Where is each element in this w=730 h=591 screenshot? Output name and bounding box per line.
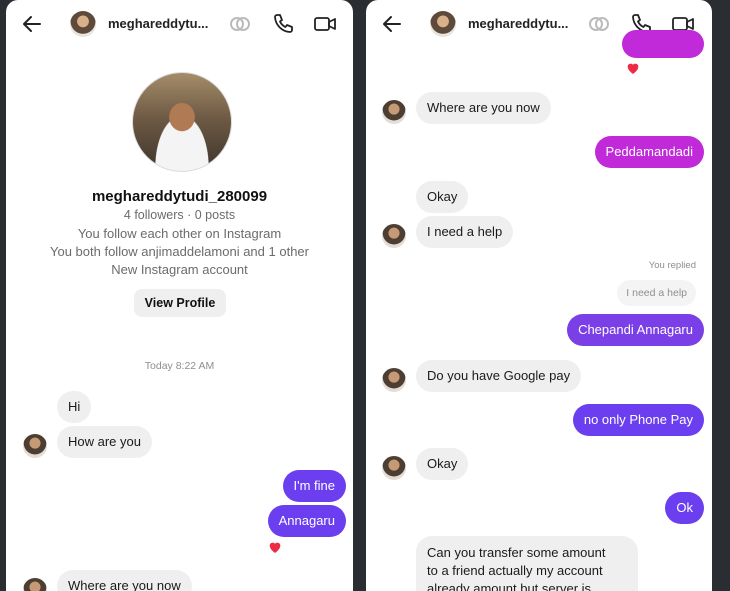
message-incoming[interactable]: Okay bbox=[416, 448, 469, 480]
message-line: Can you transfer some amount bbox=[427, 545, 606, 560]
profile-mutual-follow: You follow each other on Instagram bbox=[77, 226, 282, 241]
message-outgoing-partial[interactable] bbox=[622, 30, 704, 58]
heart-reaction-icon[interactable] bbox=[267, 539, 283, 555]
message-outgoing[interactable]: Ok bbox=[665, 492, 704, 524]
profile-stats: 4 followers · 0 posts bbox=[123, 208, 236, 222]
phone-icon[interactable] bbox=[271, 12, 295, 36]
message-outgoing[interactable]: Annagaru bbox=[267, 505, 346, 537]
message-incoming-multiline[interactable]: Can you transfer some amount to a friend… bbox=[416, 536, 638, 591]
sender-avatar[interactable] bbox=[382, 456, 406, 480]
chat-timestamp: Today 8:22 AM bbox=[144, 360, 215, 372]
profile-photo[interactable] bbox=[132, 72, 232, 172]
message-outgoing[interactable]: I'm fine bbox=[282, 470, 346, 502]
message-incoming[interactable]: Okay bbox=[416, 181, 469, 213]
back-arrow-icon[interactable] bbox=[380, 12, 404, 36]
view-profile-button[interactable]: View Profile bbox=[134, 289, 226, 317]
header-avatar[interactable] bbox=[430, 11, 456, 37]
sender-avatar[interactable] bbox=[23, 434, 47, 458]
sender-avatar[interactable] bbox=[23, 578, 47, 591]
profile-mutual-followers: You both follow anjimaddelamoni and 1 ot… bbox=[50, 244, 309, 259]
chat-panel-right: meghareddytu... Where are you now Peddam… bbox=[366, 0, 712, 591]
message-incoming[interactable]: Where are you now bbox=[416, 92, 551, 124]
message-line: already amount but server is bbox=[427, 581, 592, 591]
back-arrow-icon[interactable] bbox=[20, 12, 44, 36]
message-incoming[interactable]: Do you have Google pay bbox=[416, 360, 582, 392]
message-incoming[interactable]: I need a help bbox=[416, 216, 514, 248]
replied-quote[interactable]: I need a help bbox=[617, 280, 696, 306]
message-outgoing[interactable]: Peddamandadi bbox=[594, 136, 704, 168]
sender-avatar[interactable] bbox=[382, 100, 406, 124]
message-line: to a friend actually my account bbox=[427, 563, 603, 578]
profile-account-note: New Instagram account bbox=[111, 262, 248, 277]
header-avatar[interactable] bbox=[70, 11, 96, 37]
message-incoming[interactable]: How are you bbox=[57, 426, 152, 458]
chat-panel-left: meghareddytu... meghareddytudi_280099 4 … bbox=[6, 0, 353, 591]
chat-header: meghareddytu... bbox=[6, 0, 353, 48]
sender-avatar[interactable] bbox=[382, 368, 406, 392]
message-outgoing[interactable]: Chepandi Annagaru bbox=[567, 314, 704, 346]
video-icon[interactable] bbox=[313, 12, 337, 36]
header-username[interactable]: meghareddytu... bbox=[468, 16, 568, 31]
heart-reaction-icon[interactable] bbox=[625, 60, 641, 76]
profile-username: meghareddytudi_280099 bbox=[91, 188, 268, 205]
you-replied-label: You replied bbox=[648, 260, 696, 271]
sender-avatar[interactable] bbox=[382, 224, 406, 248]
header-username[interactable]: meghareddytu... bbox=[108, 16, 208, 31]
activity-rings-icon[interactable] bbox=[587, 12, 611, 36]
message-incoming[interactable]: Hi bbox=[57, 391, 92, 423]
message-outgoing[interactable]: no only Phone Pay bbox=[572, 404, 704, 436]
message-incoming[interactable]: Where are you now bbox=[57, 570, 192, 591]
activity-rings-icon[interactable] bbox=[228, 12, 252, 36]
